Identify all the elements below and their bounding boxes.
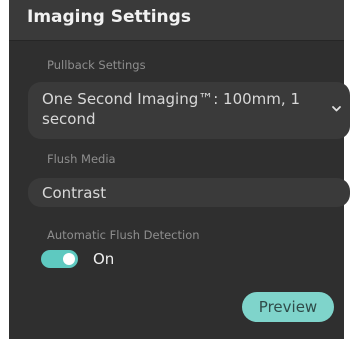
flush-media-field[interactable]: Contrast	[28, 178, 350, 207]
panel-title: Imaging Settings	[27, 7, 191, 27]
pullback-settings-select[interactable]: One Second Imaging™: 100mm, 1 second	[28, 82, 350, 139]
toggle-knob	[63, 253, 75, 265]
preview-button[interactable]: Preview	[242, 292, 334, 322]
chevron-down-icon	[332, 106, 341, 112]
imaging-settings-panel: Imaging Settings Pullback Settings One S…	[9, 0, 350, 339]
pullback-settings-label: Pullback Settings	[47, 58, 146, 72]
flush-media-value: Contrast	[42, 184, 107, 202]
automatic-flush-detection-toggle[interactable]	[41, 250, 78, 268]
panel-header: Imaging Settings	[9, 0, 344, 41]
toggle-state-label: On	[93, 250, 115, 268]
flush-media-label: Flush Media	[47, 152, 116, 166]
pullback-settings-value: One Second Imaging™: 100mm, 1 second	[42, 90, 300, 128]
automatic-flush-detection-label: Automatic Flush Detection	[47, 228, 200, 242]
